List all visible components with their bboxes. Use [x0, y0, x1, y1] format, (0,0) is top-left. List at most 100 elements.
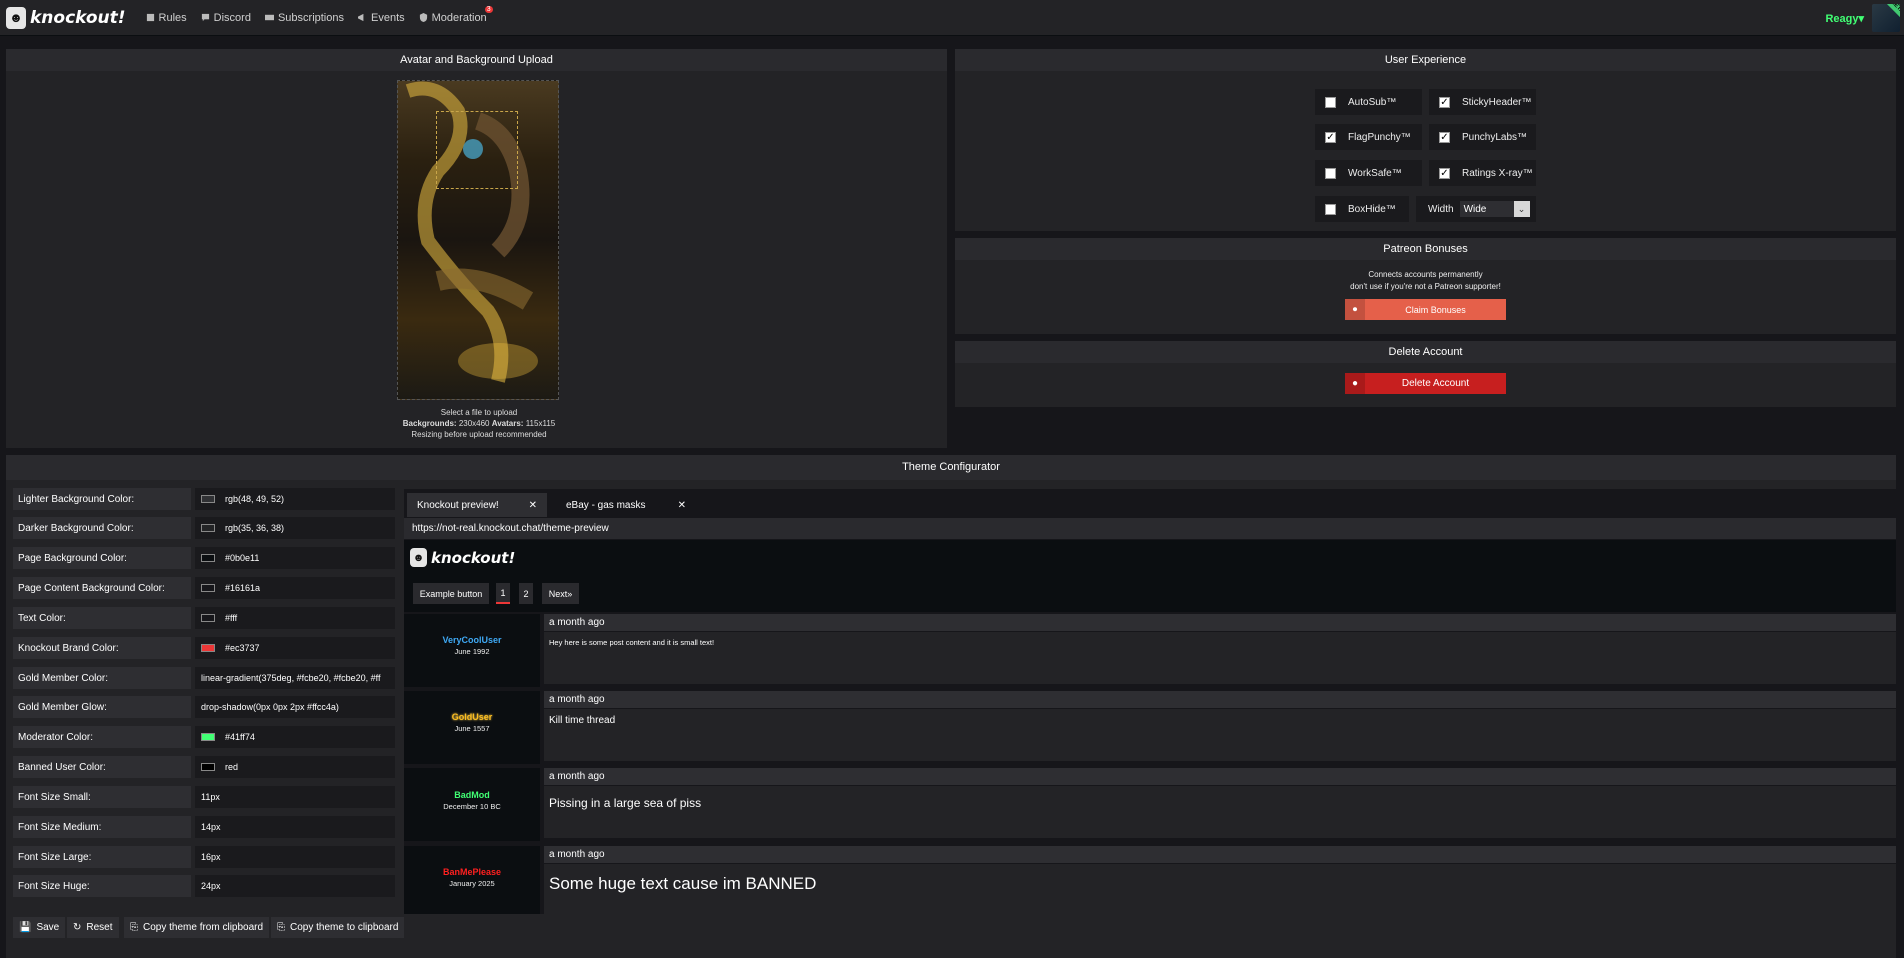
example-button[interactable]: Example button	[413, 583, 489, 604]
theme-row-label: Font Size Huge:	[13, 875, 191, 897]
theme-value-text: red	[225, 762, 239, 772]
preview-url-bar[interactable]: https://not-real.knockout.chat/theme-pre…	[404, 518, 1896, 539]
width-select[interactable]: Wide ⌄	[1459, 201, 1530, 217]
checkbox[interactable]: ✓	[1325, 131, 1336, 143]
option-flagpunchy[interactable]: ✓ FlagPunchy™	[1315, 124, 1422, 150]
checkbox[interactable]: ✓	[1439, 96, 1450, 108]
nav-moderation[interactable]: Moderation 3	[419, 5, 493, 24]
nav-discord[interactable]: Discord	[201, 12, 251, 24]
close-icon[interactable]: ✕	[529, 500, 537, 511]
color-swatch[interactable]	[201, 763, 215, 771]
color-swatch[interactable]	[201, 524, 215, 532]
theme-value-input[interactable]: drop-shadow(0px 0px 2px #ffcc4a)	[195, 696, 395, 718]
newspaper-icon	[264, 14, 274, 21]
option-boxhide[interactable]: BoxHide™	[1315, 196, 1409, 222]
save-button[interactable]: 💾 Save	[13, 917, 66, 938]
option-worksafe[interactable]: WorkSafe™	[1315, 160, 1422, 186]
post-username[interactable]: VeryCoolUser	[404, 635, 540, 645]
theme-value-text: #0b0e11	[225, 553, 260, 563]
avatar-crop-region[interactable]	[436, 111, 518, 189]
post-user-date: December 10 BC	[443, 802, 501, 811]
checkbox[interactable]	[1325, 96, 1336, 108]
shield-icon	[419, 13, 427, 22]
patreon-line1: Connects accounts permanently	[1368, 270, 1483, 279]
theme-value-input[interactable]: red	[195, 756, 395, 778]
theme-value-input[interactable]: linear-gradient(375deg, #fcbe20, #fcbe20…	[195, 667, 395, 689]
preview-logo-text: knockout!	[431, 548, 516, 567]
copy-from-clipboard-button[interactable]: ⎘ Copy theme from clipboard	[124, 917, 270, 938]
nav-events[interactable]: Events	[358, 12, 405, 24]
color-swatch[interactable]	[201, 733, 215, 741]
avatars-label: Avatars:	[491, 419, 524, 428]
theme-value-input[interactable]: 24px	[195, 875, 395, 897]
option-punchylabs[interactable]: ✓ PunchyLabs™	[1429, 124, 1536, 150]
theme-value-text: rgb(35, 36, 38)	[225, 523, 285, 533]
top-navbar: ☻ knockout! Rules Discord Subscriptions …	[0, 0, 1904, 36]
nav-subscriptions[interactable]: Subscriptions	[264, 12, 344, 24]
post-username[interactable]: BanMePlease	[404, 867, 540, 877]
theme-value-input[interactable]: #41ff74	[195, 726, 395, 748]
reset-button[interactable]: ↻ Reset	[67, 917, 119, 938]
theme-row-label: Page Background Color:	[13, 547, 191, 569]
tab-label: eBay - gas masks	[566, 499, 646, 511]
post-content: Some huge text cause im BANNED	[544, 864, 1896, 914]
post-user-card: BanMePlease January 2025	[404, 846, 540, 914]
clipboard-icon: ⎘	[277, 922, 285, 933]
post-user-date: January 2025	[449, 879, 495, 888]
theme-value-input[interactable]: 14px	[195, 816, 395, 838]
checkbox[interactable]	[1325, 203, 1336, 215]
avatar[interactable]: BETA	[1872, 4, 1900, 32]
theme-value-input[interactable]: rgb(48, 49, 52)	[195, 488, 395, 510]
checkbox[interactable]: ✓	[1439, 131, 1450, 143]
page-2-button[interactable]: 2	[519, 583, 533, 604]
theme-row-gold-glow: Gold Member Glow: drop-shadow(0px 0px 2px…	[13, 696, 395, 718]
post-user-card: GoldUser June 1557	[404, 691, 540, 764]
post-timestamp: a month ago	[544, 614, 1896, 631]
theme-row-label: Font Size Large:	[13, 846, 191, 868]
theme-value-text: 14px	[201, 822, 221, 832]
checkbox[interactable]	[1325, 167, 1336, 179]
nav-rules-label: Rules	[158, 11, 187, 24]
reset-label: Reset	[86, 922, 113, 933]
color-swatch[interactable]	[201, 584, 215, 592]
theme-value-input[interactable]: #ec3737	[195, 637, 395, 659]
page-1-button[interactable]: 1	[496, 583, 510, 604]
option-autosub[interactable]: AutoSub™	[1315, 89, 1422, 115]
checkbox[interactable]: ✓	[1439, 167, 1450, 179]
post-username[interactable]: GoldUser	[404, 712, 540, 722]
copy-to-clipboard-button[interactable]: ⎘ Copy theme to clipboard	[271, 917, 405, 938]
next-page-button[interactable]: Next»	[542, 583, 579, 604]
site-logo[interactable]: ☻ knockout!	[6, 6, 126, 29]
user-menu[interactable]: Reagy▾	[1825, 12, 1864, 25]
chevron-down-icon: ▾	[1858, 13, 1864, 25]
post-content: Kill time thread	[544, 709, 1896, 761]
option-ratings-xray[interactable]: ✓ Ratings X-ray™	[1429, 160, 1536, 186]
delete-account-button[interactable]: ● Delete Account	[1345, 373, 1506, 394]
option-label: BoxHide™	[1348, 203, 1396, 215]
bomb-icon: ●	[1345, 373, 1365, 394]
theme-value-input[interactable]: #fff	[195, 607, 395, 629]
theme-value-input[interactable]: 11px	[195, 786, 395, 808]
post-username[interactable]: BadMod	[404, 790, 540, 800]
claim-bonuses-button[interactable]: ⏺ Claim Bonuses	[1345, 299, 1506, 320]
theme-row-label: Text Color:	[13, 607, 191, 629]
nav-discord-label: Discord	[213, 11, 251, 24]
theme-row-lighter-bg: Lighter Background Color: rgb(48, 49, 52)	[13, 488, 395, 510]
theme-value-input[interactable]: #0b0e11	[195, 547, 395, 569]
color-swatch[interactable]	[201, 614, 215, 622]
background-image-preview[interactable]	[397, 80, 559, 400]
theme-row-label: Gold Member Color:	[13, 667, 191, 689]
color-swatch[interactable]	[201, 644, 215, 652]
color-swatch[interactable]	[201, 495, 215, 503]
post-user-card: VeryCoolUser June 1992	[404, 614, 540, 687]
option-stickyheader[interactable]: ✓ StickyHeader™	[1429, 89, 1536, 115]
nav-rules[interactable]: Rules	[146, 12, 187, 24]
tab-knockout-preview[interactable]: Knockout preview! ✕	[407, 493, 547, 517]
theme-value-input[interactable]: #16161a	[195, 577, 395, 599]
tab-ebay-gas-masks[interactable]: eBay - gas masks ✕	[556, 493, 696, 517]
patreon-icon: ⏺	[1345, 299, 1365, 320]
close-icon[interactable]: ✕	[678, 500, 686, 511]
theme-value-input[interactable]: 16px	[195, 846, 395, 868]
color-swatch[interactable]	[201, 554, 215, 562]
theme-value-input[interactable]: rgb(35, 36, 38)	[195, 517, 395, 539]
